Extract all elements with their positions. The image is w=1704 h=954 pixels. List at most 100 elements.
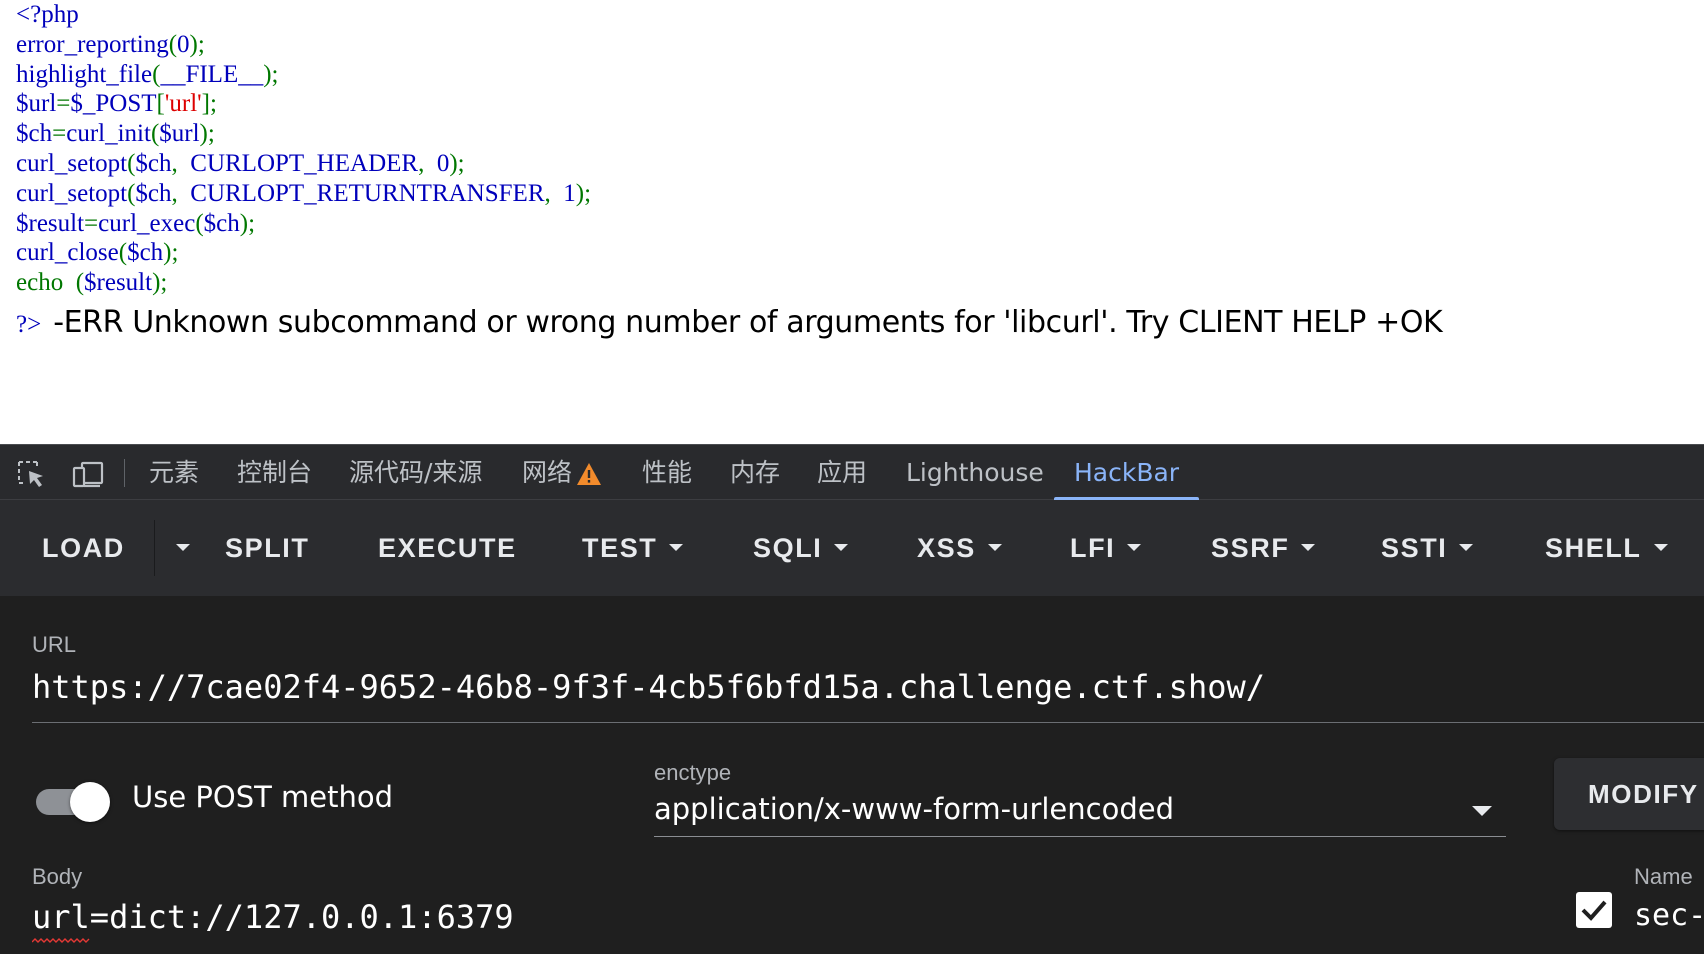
tab-performance[interactable]: 性能: [642, 445, 692, 500]
code-line: curl_close($ch);: [16, 238, 591, 268]
code-token: 0: [177, 30, 190, 58]
code-token: $url: [16, 90, 57, 118]
php-source-code: <?php error_reporting(0); highlight_file(_…: [16, 0, 591, 298]
sqli-menu-button[interactable]: SQLI: [753, 500, 849, 596]
code-token: $result: [16, 209, 85, 237]
hackbar-toolbar: LOAD SPLIT EXECUTE TEST SQLI XSS LFI SSR…: [0, 500, 1704, 596]
result-text: -ERR Unknown subcommand or wrong number …: [53, 305, 1443, 340]
tab-memory[interactable]: 内存: [730, 445, 780, 500]
dropdown-arrow-icon[interactable]: [1472, 806, 1492, 816]
code-line: curl_setopt($ch, CURLOPT_RETURNTRANSFER,…: [16, 179, 591, 209]
spellcheck-squiggle: [32, 938, 90, 943]
result-output: ?> -ERR Unknown subcommand or wrong numb…: [16, 305, 1443, 340]
ssrf-label: SSRF: [1211, 533, 1290, 563]
code-token: ,: [418, 149, 437, 177]
code-token: =: [56, 90, 71, 118]
code-token: $ch: [127, 239, 164, 267]
code-line: $url=$_POST['url'];: [16, 89, 591, 119]
header-name-input[interactable]: sec-: [1634, 898, 1704, 933]
tab-sources[interactable]: 源代码/来源: [349, 445, 482, 500]
split-button[interactable]: SPLIT: [225, 500, 310, 596]
code-line: <?php: [16, 0, 591, 30]
test-label: TEST: [582, 533, 658, 563]
chevron-down-icon: [1459, 544, 1474, 552]
code-token: (: [195, 209, 204, 237]
tab-console[interactable]: 控制台: [237, 445, 312, 500]
url-input[interactable]: https://7cae02f4-9652-46b8-9f3f-4cb5f6bf…: [32, 668, 1265, 706]
body-input[interactable]: url=dict://127.0.0.1:6379: [32, 898, 514, 936]
code-token: ,: [171, 179, 191, 207]
code-token: curl_setopt: [16, 179, 128, 207]
enctype-select[interactable]: application/x-www-form-urlencoded: [654, 792, 1174, 826]
load-dropdown-button[interactable]: [164, 500, 190, 596]
code-token: ,: [171, 149, 191, 177]
chevron-down-icon: [669, 544, 684, 552]
execute-button[interactable]: EXECUTE: [378, 500, 517, 596]
header-name-label: Name: [1634, 864, 1693, 889]
code-token: );: [152, 269, 168, 297]
ssrf-menu-button[interactable]: SSRF: [1211, 500, 1316, 596]
code-token: );: [189, 30, 205, 58]
ssti-menu-button[interactable]: SSTI: [1381, 500, 1474, 596]
code-token: $url: [159, 120, 200, 148]
device-toolbar-icon[interactable]: [72, 459, 104, 489]
chevron-down-icon: [176, 544, 190, 552]
tab-separator: [124, 459, 125, 487]
page-content: <?php error_reporting(0); highlight_file(_…: [0, 0, 1704, 444]
code-token: (: [63, 269, 85, 297]
ssti-label: SSTI: [1381, 533, 1448, 563]
tab-network[interactable]: 网络: [522, 445, 602, 500]
code-token: curl_close: [16, 239, 119, 267]
code-token: $_POST: [70, 90, 157, 118]
code-line: $result=curl_exec($ch);: [16, 209, 591, 239]
lfi-menu-button[interactable]: LFI: [1070, 500, 1142, 596]
load-button[interactable]: LOAD: [42, 500, 125, 596]
chevron-down-icon: [1301, 544, 1316, 552]
code-token: (: [118, 239, 128, 267]
shell-menu-button[interactable]: SHELL: [1545, 500, 1668, 596]
code-token: curl_exec: [98, 209, 196, 237]
code-token: error_reporting: [16, 30, 169, 58]
chevron-down-icon: [1653, 544, 1668, 552]
code-token: 0: [436, 149, 450, 177]
code-token: );: [163, 239, 179, 267]
test-menu-button[interactable]: TEST: [582, 500, 684, 596]
tab-lighthouse[interactable]: Lighthouse: [906, 445, 1044, 500]
toggle-knob: [70, 782, 110, 822]
tab-hackbar[interactable]: HackBar: [1053, 445, 1200, 500]
sqli-label: SQLI: [753, 533, 823, 563]
code-token: __FILE__: [160, 60, 264, 88]
chevron-down-icon: [1127, 544, 1142, 552]
shell-label: SHELL: [1545, 533, 1642, 563]
code-token: $ch: [135, 179, 172, 207]
xss-menu-button[interactable]: XSS: [917, 500, 1002, 596]
code-token: );: [239, 209, 256, 237]
code-token: );: [199, 120, 215, 148]
code-token: [: [156, 90, 165, 118]
tab-elements[interactable]: 元素: [149, 445, 199, 500]
enctype-underline: [654, 836, 1506, 837]
devtools-tab-bar: 元素 控制台 源代码/来源 网络 性能 内存 应用 Lighthouse Hac…: [0, 444, 1704, 500]
code-token: CURLOPT_RETURNTRANSFER: [190, 179, 545, 207]
header-enabled-checkbox[interactable]: [1576, 892, 1612, 928]
php-close-tag: ?>: [16, 311, 42, 338]
post-method-label[interactable]: Use POST method: [132, 780, 393, 814]
code-token: $ch: [135, 149, 172, 177]
code-token: CURLOPT_HEADER: [190, 149, 419, 177]
code-token: =: [52, 120, 67, 148]
code-line: curl_setopt($ch, CURLOPT_HEADER, 0);: [16, 149, 591, 179]
url-input-underline: [32, 722, 1704, 723]
code-token: 'url': [164, 90, 202, 118]
xss-label: XSS: [917, 533, 976, 563]
code-token: $ch: [203, 209, 240, 237]
modify-header-button[interactable]: MODIFY: [1554, 758, 1704, 830]
code-token: echo: [16, 269, 64, 297]
inspect-element-icon[interactable]: [16, 459, 48, 489]
code-line: error_reporting(0);: [16, 30, 591, 60]
code-token: $ch: [16, 120, 53, 148]
post-method-toggle[interactable]: [36, 782, 112, 822]
tab-application[interactable]: 应用: [817, 445, 867, 500]
code-line: echo ($result);: [16, 268, 591, 298]
enctype-label: enctype: [654, 760, 732, 785]
code-token: =: [84, 209, 99, 237]
